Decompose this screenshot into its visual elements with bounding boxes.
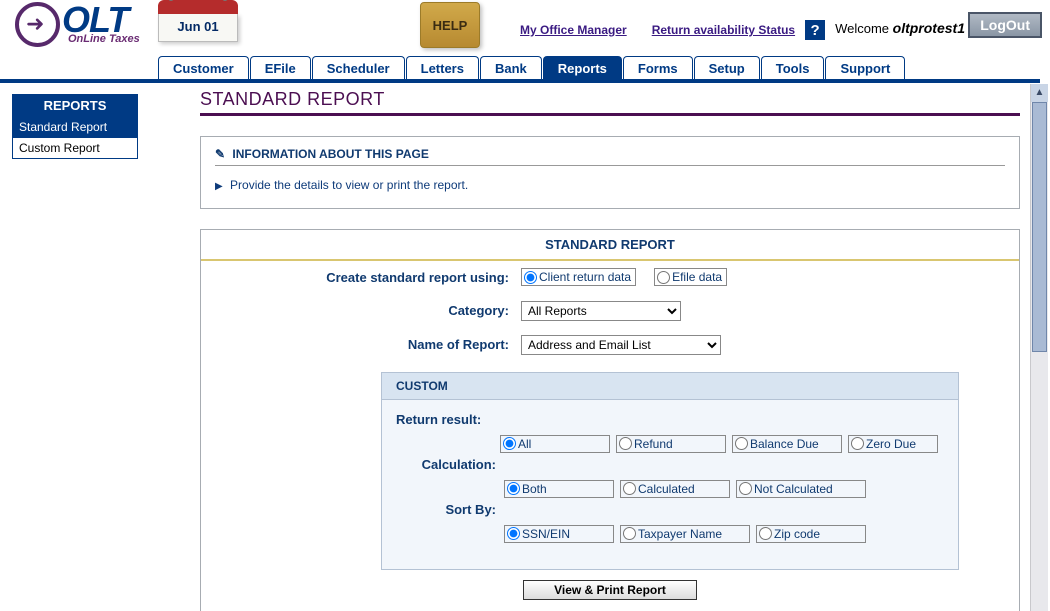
return-result-radio[interactable]	[503, 437, 516, 450]
create-using-label: Create standard report using:	[201, 270, 521, 285]
category-label: Category:	[201, 303, 521, 318]
sort-by-radio[interactable]	[623, 527, 636, 540]
sidebar-item-custom-report[interactable]: Custom Report	[13, 137, 137, 158]
info-heading: INFORMATION ABOUT THIS PAGE	[232, 147, 428, 161]
create-using-radio[interactable]	[524, 271, 537, 284]
sort-by-label: Zip code	[774, 527, 820, 541]
sort-by-option-zip-code[interactable]: Zip code	[756, 525, 866, 543]
return-result-label: Balance Due	[750, 437, 819, 451]
pencil-icon: ✎	[215, 147, 225, 161]
tab-tools[interactable]: Tools	[761, 56, 825, 80]
create-using-label: Client return data	[539, 270, 631, 284]
calculation-option-both[interactable]: Both	[504, 480, 614, 498]
logo-text-sub: OnLine Taxes	[68, 33, 140, 45]
sort-by-radio[interactable]	[759, 527, 772, 540]
calculation-label: Both	[522, 482, 547, 496]
create-using-option-client-return-data[interactable]: Client return data	[521, 268, 636, 286]
help-icon[interactable]: HELP	[420, 2, 480, 48]
return-result-label: Zero Due	[866, 437, 916, 451]
tab-efile[interactable]: EFile	[250, 56, 311, 80]
return-result-radio[interactable]	[735, 437, 748, 450]
username: oltprotest1	[893, 20, 965, 36]
sort-by-label: Sort By:	[396, 502, 496, 517]
triangle-icon: ▶	[215, 181, 223, 192]
tab-bank[interactable]: Bank	[480, 56, 542, 80]
scrollbar[interactable]: ▲	[1030, 84, 1048, 611]
calculation-option-not-calculated[interactable]: Not Calculated	[736, 480, 866, 498]
welcome-text: Welcome oltprotest1	[835, 20, 965, 36]
category-select[interactable]: All Reports	[521, 301, 681, 321]
return-result-option-balance-due[interactable]: Balance Due	[732, 435, 842, 453]
tab-underline	[0, 79, 1040, 83]
logo-swirl-icon	[15, 2, 60, 47]
sidebar-item-standard-report[interactable]: Standard Report	[13, 116, 137, 137]
create-using-label: Efile data	[672, 270, 722, 284]
sort-by-radio[interactable]	[507, 527, 520, 540]
tab-reports[interactable]: Reports	[543, 56, 622, 80]
page-title: STANDARD REPORT	[200, 89, 1020, 116]
return-result-label: Return result:	[396, 412, 496, 427]
return-result-radio[interactable]	[851, 437, 864, 450]
custom-heading: CUSTOM	[382, 373, 958, 400]
link-return-availability[interactable]: Return availability Status	[652, 23, 795, 37]
sort-by-option-ssn/ein[interactable]: SSN/EIN	[504, 525, 614, 543]
main-tabs: CustomerEFileSchedulerLettersBankReports…	[158, 56, 906, 80]
tab-support[interactable]: Support	[825, 56, 905, 80]
calculation-label: Calculation:	[396, 457, 496, 472]
name-of-report-select[interactable]: Address and Email List	[521, 335, 721, 355]
info-text: Provide the details to view or print the…	[230, 178, 468, 192]
view-print-button[interactable]: View & Print Report	[523, 580, 697, 600]
return-result-option-refund[interactable]: Refund	[616, 435, 726, 453]
sidebar-title: REPORTS	[13, 95, 137, 116]
return-result-label: All	[518, 437, 531, 451]
scroll-up-icon[interactable]: ▲	[1031, 84, 1048, 102]
create-using-radio[interactable]	[657, 271, 670, 284]
tab-customer[interactable]: Customer	[158, 56, 249, 80]
calculation-label: Calculated	[638, 482, 695, 496]
info-panel: ✎ INFORMATION ABOUT THIS PAGE ▶ Provide …	[200, 136, 1020, 209]
calculation-option-calculated[interactable]: Calculated	[620, 480, 730, 498]
calculation-radio[interactable]	[623, 482, 636, 495]
calculation-radio[interactable]	[739, 482, 752, 495]
calculation-label: Not Calculated	[754, 482, 833, 496]
calculation-radio[interactable]	[507, 482, 520, 495]
tab-scheduler[interactable]: Scheduler	[312, 56, 405, 80]
return-result-label: Refund	[634, 437, 673, 451]
sort-by-label: Taxpayer Name	[638, 527, 722, 541]
sort-by-label: SSN/EIN	[522, 527, 570, 541]
sidebar-reports-box: REPORTS Standard ReportCustom Report	[12, 94, 138, 159]
calendar-date: Jun 01	[158, 14, 238, 42]
tab-setup[interactable]: Setup	[694, 56, 760, 80]
name-of-report-label: Name of Report:	[201, 337, 521, 352]
scroll-thumb[interactable]	[1032, 102, 1047, 352]
return-result-option-all[interactable]: All	[500, 435, 610, 453]
tab-forms[interactable]: Forms	[623, 56, 693, 80]
sort-by-option-taxpayer-name[interactable]: Taxpayer Name	[620, 525, 750, 543]
return-result-radio[interactable]	[619, 437, 632, 450]
logo[interactable]: OLT OnLine Taxes	[15, 2, 140, 47]
standard-report-form: STANDARD REPORT Create standard report u…	[200, 229, 1020, 611]
create-using-option-efile-data[interactable]: Efile data	[654, 268, 727, 286]
link-my-office-manager[interactable]: My Office Manager	[520, 23, 627, 37]
logout-button[interactable]: LogOut	[968, 12, 1042, 38]
tab-letters[interactable]: Letters	[406, 56, 479, 80]
form-title: STANDARD REPORT	[201, 230, 1019, 260]
calendar-widget[interactable]: Jun 01	[158, 0, 238, 42]
custom-panel: CUSTOM Return result: All Refund Balance D…	[381, 372, 959, 570]
return-result-option-zero-due[interactable]: Zero Due	[848, 435, 938, 453]
help-question-icon[interactable]: ?	[805, 20, 825, 40]
